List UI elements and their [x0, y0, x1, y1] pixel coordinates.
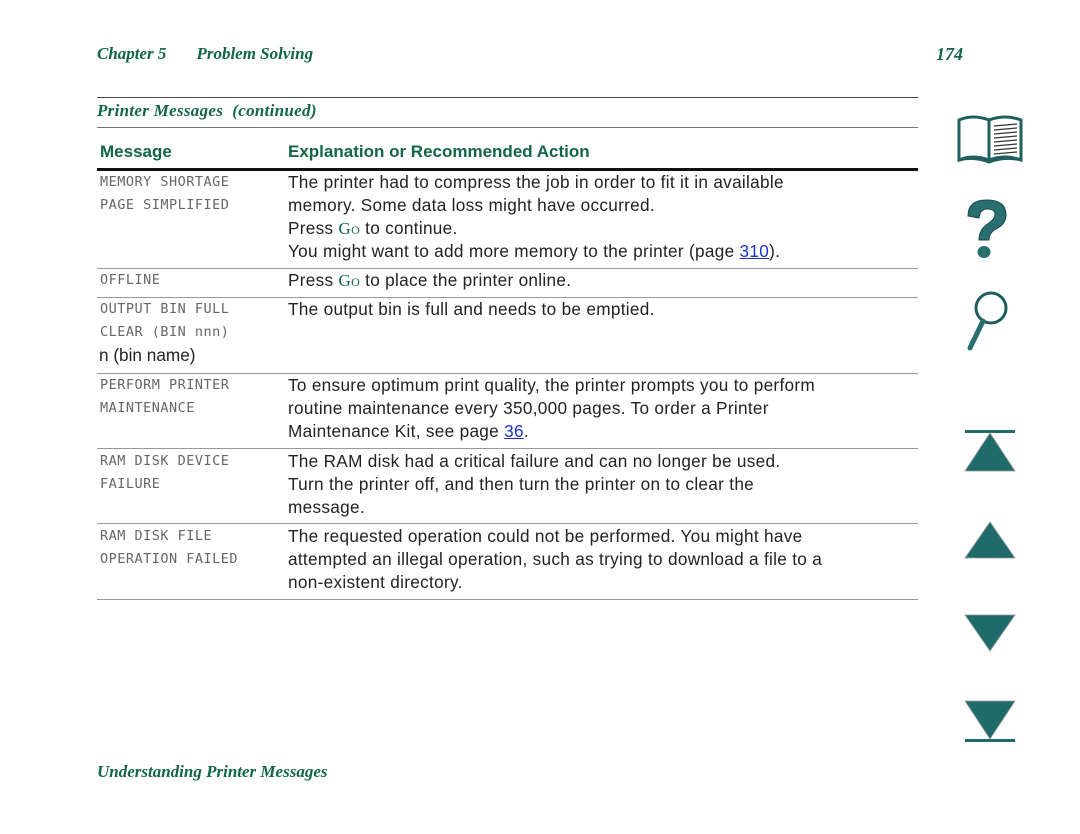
message-line: RAM DISK FILE — [100, 528, 213, 544]
chapter-title: Problem Solving — [196, 44, 314, 63]
message-code: RAM DISK DEVICE FAILURE — [100, 450, 229, 496]
explanation-line: The requested operation could not be per… — [288, 526, 803, 546]
explanation: To ensure optimum print quality, the pri… — [288, 374, 815, 443]
message-line: OFFLINE — [100, 272, 161, 288]
table-title: Printer Messages (continued) — [97, 101, 317, 120]
explanation-line: message. — [288, 497, 365, 517]
page-number: 174 — [936, 44, 963, 64]
text: Press — [288, 218, 339, 238]
message-code: OFFLINE — [100, 269, 160, 292]
explanation-line: routine maintenance every 350,000 pages.… — [288, 398, 769, 418]
explanation: The requested operation could not be per… — [288, 525, 822, 594]
footer-section-title: Understanding Printer Messages — [97, 762, 328, 781]
text: to continue. — [360, 218, 458, 238]
last-page-icon[interactable] — [962, 699, 1018, 750]
first-page-icon[interactable] — [962, 428, 1018, 479]
explanation-line: The RAM disk had a critical failure and … — [288, 451, 781, 471]
explanation: The RAM disk had a critical failure and … — [288, 450, 780, 519]
book-icon[interactable] — [955, 112, 1025, 169]
text: . — [523, 421, 529, 441]
explanation: The output bin is full and needs to be e… — [288, 298, 655, 321]
message-note: n (bin name) — [99, 345, 196, 365]
explanation: The printer had to compress the job in o… — [288, 171, 784, 263]
message-code: RAM DISK FILE OPERATION FAILED — [100, 525, 238, 571]
explanation-line: To ensure optimum print quality, the pri… — [288, 375, 816, 395]
divider — [97, 97, 918, 98]
row-divider — [97, 523, 918, 524]
text: Maintenance Kit, see page — [288, 421, 505, 441]
search-icon[interactable] — [962, 288, 1012, 359]
next-page-icon[interactable] — [962, 613, 1018, 658]
text: to place the printer online. — [360, 270, 572, 290]
explanation-line: You might want to add more memory to the… — [288, 240, 784, 263]
go-key: Go — [338, 219, 361, 238]
row-divider — [97, 599, 918, 600]
explanation-line: Press Go to continue. — [288, 217, 784, 240]
explanation-line: non-existent directory. — [288, 572, 463, 592]
message-line: CLEAR (BIN nnn) — [100, 324, 230, 340]
message-line: PERFORM PRINTER — [100, 377, 230, 393]
explanation-line: attempted an illegal operation, such as … — [288, 549, 823, 569]
message-code: OUTPUT BIN FULL CLEAR (BIN nnn) — [100, 298, 229, 344]
message-line: MAINTENANCE — [100, 400, 195, 416]
previous-page-icon[interactable] — [962, 520, 1018, 565]
explanation-line: memory. Some data loss might have occurr… — [288, 195, 655, 215]
explanation-line: Turn the printer off, and then turn the … — [288, 474, 755, 494]
divider — [97, 127, 918, 128]
explanation-line: Maintenance Kit, see page 36. — [288, 420, 815, 443]
chapter-label: Chapter 5 — [97, 44, 167, 63]
message-code: PERFORM PRINTER MAINTENANCE — [100, 374, 229, 420]
message-line: MEMORY SHORTAGE — [100, 174, 230, 190]
row-divider — [97, 448, 918, 449]
explanation-line: Press Go to place the printer online. — [288, 269, 571, 292]
message-line: PAGE SIMPLIFIED — [100, 197, 230, 213]
go-key: Go — [338, 271, 361, 290]
chapter-header: Chapter 5 Problem Solving — [97, 44, 313, 64]
column-header-explanation: Explanation or Recommended Action — [288, 142, 590, 161]
message-line: FAILURE — [100, 476, 161, 492]
message-line: OPERATION FAILED — [100, 551, 239, 567]
text: Press — [288, 270, 339, 290]
message-line: OUTPUT BIN FULL — [100, 301, 230, 317]
column-header-message: Message — [100, 142, 172, 161]
text: ). — [769, 241, 781, 261]
message-code: MEMORY SHORTAGE PAGE SIMPLIFIED — [100, 171, 229, 217]
help-icon[interactable] — [962, 196, 1012, 267]
explanation-line: The printer had to compress the job in o… — [288, 172, 784, 192]
page-link[interactable]: 310 — [740, 241, 770, 261]
message-line: RAM DISK DEVICE — [100, 453, 230, 469]
explanation-line: The output bin is full and needs to be e… — [288, 299, 655, 319]
explanation: Press Go to place the printer online. — [288, 269, 571, 292]
text: You might want to add more memory to the… — [288, 241, 740, 261]
page-link[interactable]: 36 — [504, 421, 524, 441]
